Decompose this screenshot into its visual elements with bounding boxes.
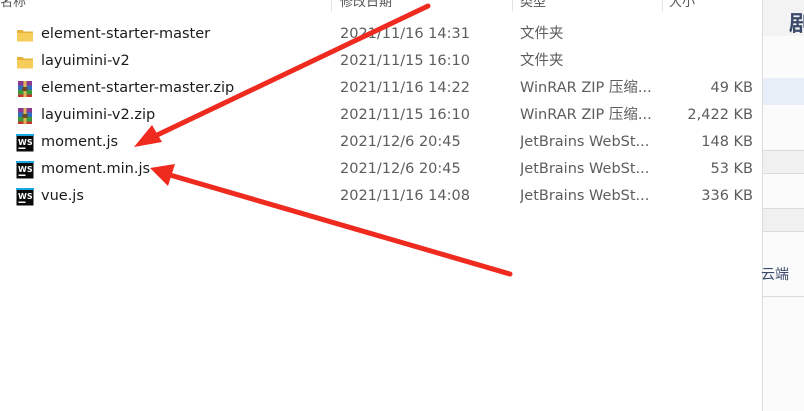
column-header-date[interactable]: 修改日期: [340, 0, 510, 12]
file-name: element-starter-master.zip: [41, 80, 235, 96]
file-name: moment.js: [41, 134, 119, 150]
file-row[interactable]: WS vue.js 2021/11/16 14:08 JetBrains Web…: [0, 183, 762, 210]
folder-icon: [17, 57, 33, 69]
file-type: 文件夹: [520, 53, 564, 69]
file-date: 2021/11/15 16:10: [340, 53, 470, 69]
column-divider[interactable]: [331, 0, 332, 12]
file-type: JetBrains WebSt...: [520, 134, 650, 150]
winrar-archive-icon: [18, 108, 32, 124]
webstorm-file-icon: WS: [16, 134, 34, 152]
file-type: JetBrains WebSt...: [520, 161, 650, 177]
details-label-text: 云端: [761, 267, 789, 283]
file-date: 2021/12/6 20:45: [340, 161, 461, 177]
column-header-size[interactable]: 大小: [669, 0, 749, 12]
details-section: [763, 150, 804, 174]
file-row[interactable]: element-starter-master 2021/11/16 14:31 …: [0, 21, 762, 48]
file-row[interactable]: layuimini-v2 2021/11/15 16:10 文件夹: [0, 48, 762, 75]
file-row[interactable]: layuimini-v2.zip 2021/11/15 16:10 WinRAR…: [0, 102, 762, 129]
file-name: moment.min.js: [41, 161, 151, 177]
folder-icon: [17, 30, 33, 42]
file-size: [660, 21, 753, 48]
column-divider[interactable]: [662, 0, 663, 12]
file-type: WinRAR ZIP 压缩...: [520, 107, 652, 123]
svg-text:WS: WS: [18, 165, 33, 174]
file-date: 2021/11/16 14:31: [340, 26, 470, 42]
file-date: 2021/11/16 14:08: [340, 188, 470, 204]
details-highlight: [763, 78, 804, 105]
file-date: 2021/11/16 14:22: [340, 80, 470, 96]
column-header-name[interactable]: 名称: [0, 0, 300, 12]
file-row[interactable]: WS moment.min.js 2021/12/6 20:45 JetBrai…: [0, 156, 762, 183]
file-size: 148 KB: [701, 134, 753, 150]
file-type: JetBrains WebSt...: [520, 188, 650, 204]
svg-text:WS: WS: [18, 192, 33, 201]
file-name: layuimini-v2.zip: [41, 107, 156, 123]
file-type: 文件夹: [520, 26, 564, 42]
details-pane[interactable]: 剧 云端: [761, 0, 804, 411]
file-row[interactable]: element-starter-master.zip 2021/11/16 14…: [0, 75, 762, 102]
webstorm-file-icon: WS: [16, 161, 34, 179]
column-header-type[interactable]: 类型: [520, 0, 650, 12]
file-size: 2,422 KB: [687, 107, 753, 123]
webstorm-file-icon: WS: [16, 188, 34, 206]
file-type: WinRAR ZIP 压缩...: [520, 80, 652, 96]
file-explorer: 名称 修改日期 类型 大小 element-starter-master 202…: [0, 0, 804, 411]
details-label: 云端: [761, 264, 804, 284]
file-name: element-starter-master: [41, 26, 211, 42]
details-header-text: 剧: [789, 12, 804, 37]
file-row[interactable]: WS moment.js 2021/12/6 20:45 JetBrains W…: [0, 129, 762, 156]
file-date: 2021/11/15 16:10: [340, 107, 470, 123]
winrar-archive-icon: [18, 81, 32, 97]
column-divider[interactable]: [512, 0, 513, 12]
svg-text:WS: WS: [18, 138, 33, 147]
column-headers: 名称 修改日期 类型 大小: [0, 0, 762, 12]
file-size: 336 KB: [701, 188, 753, 204]
file-name: vue.js: [41, 188, 84, 204]
details-header: 剧: [763, 0, 804, 37]
details-divider: [763, 296, 804, 309]
file-size: 49 KB: [710, 80, 753, 96]
file-size: 53 KB: [710, 161, 753, 177]
details-section: [763, 208, 804, 232]
file-size: [660, 48, 753, 75]
file-name: layuimini-v2: [41, 53, 130, 69]
file-date: 2021/12/6 20:45: [340, 134, 461, 150]
